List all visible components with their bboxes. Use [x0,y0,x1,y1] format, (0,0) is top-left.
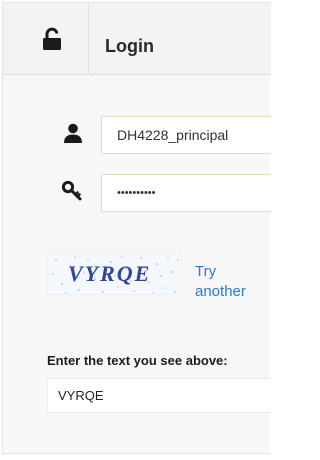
unlocked-padlock-icon [43,27,61,50]
captcha-input[interactable] [47,378,271,413]
try-another-link[interactable]: Try another [195,262,265,302]
username-field[interactable] [101,116,271,154]
password-field[interactable] [101,174,271,212]
captcha-image: VYRQE [47,253,182,295]
key-icon [61,180,82,201]
header-icon-cell [3,3,89,74]
captcha-prompt: Enter the text you see above: [47,353,228,368]
user-icon [64,123,82,143]
login-panel: Login VYRQE Try another [2,2,271,454]
captcha-text: VYRQE [68,261,152,286]
login-header: Login [3,3,271,75]
page-title: Login [105,36,154,56]
